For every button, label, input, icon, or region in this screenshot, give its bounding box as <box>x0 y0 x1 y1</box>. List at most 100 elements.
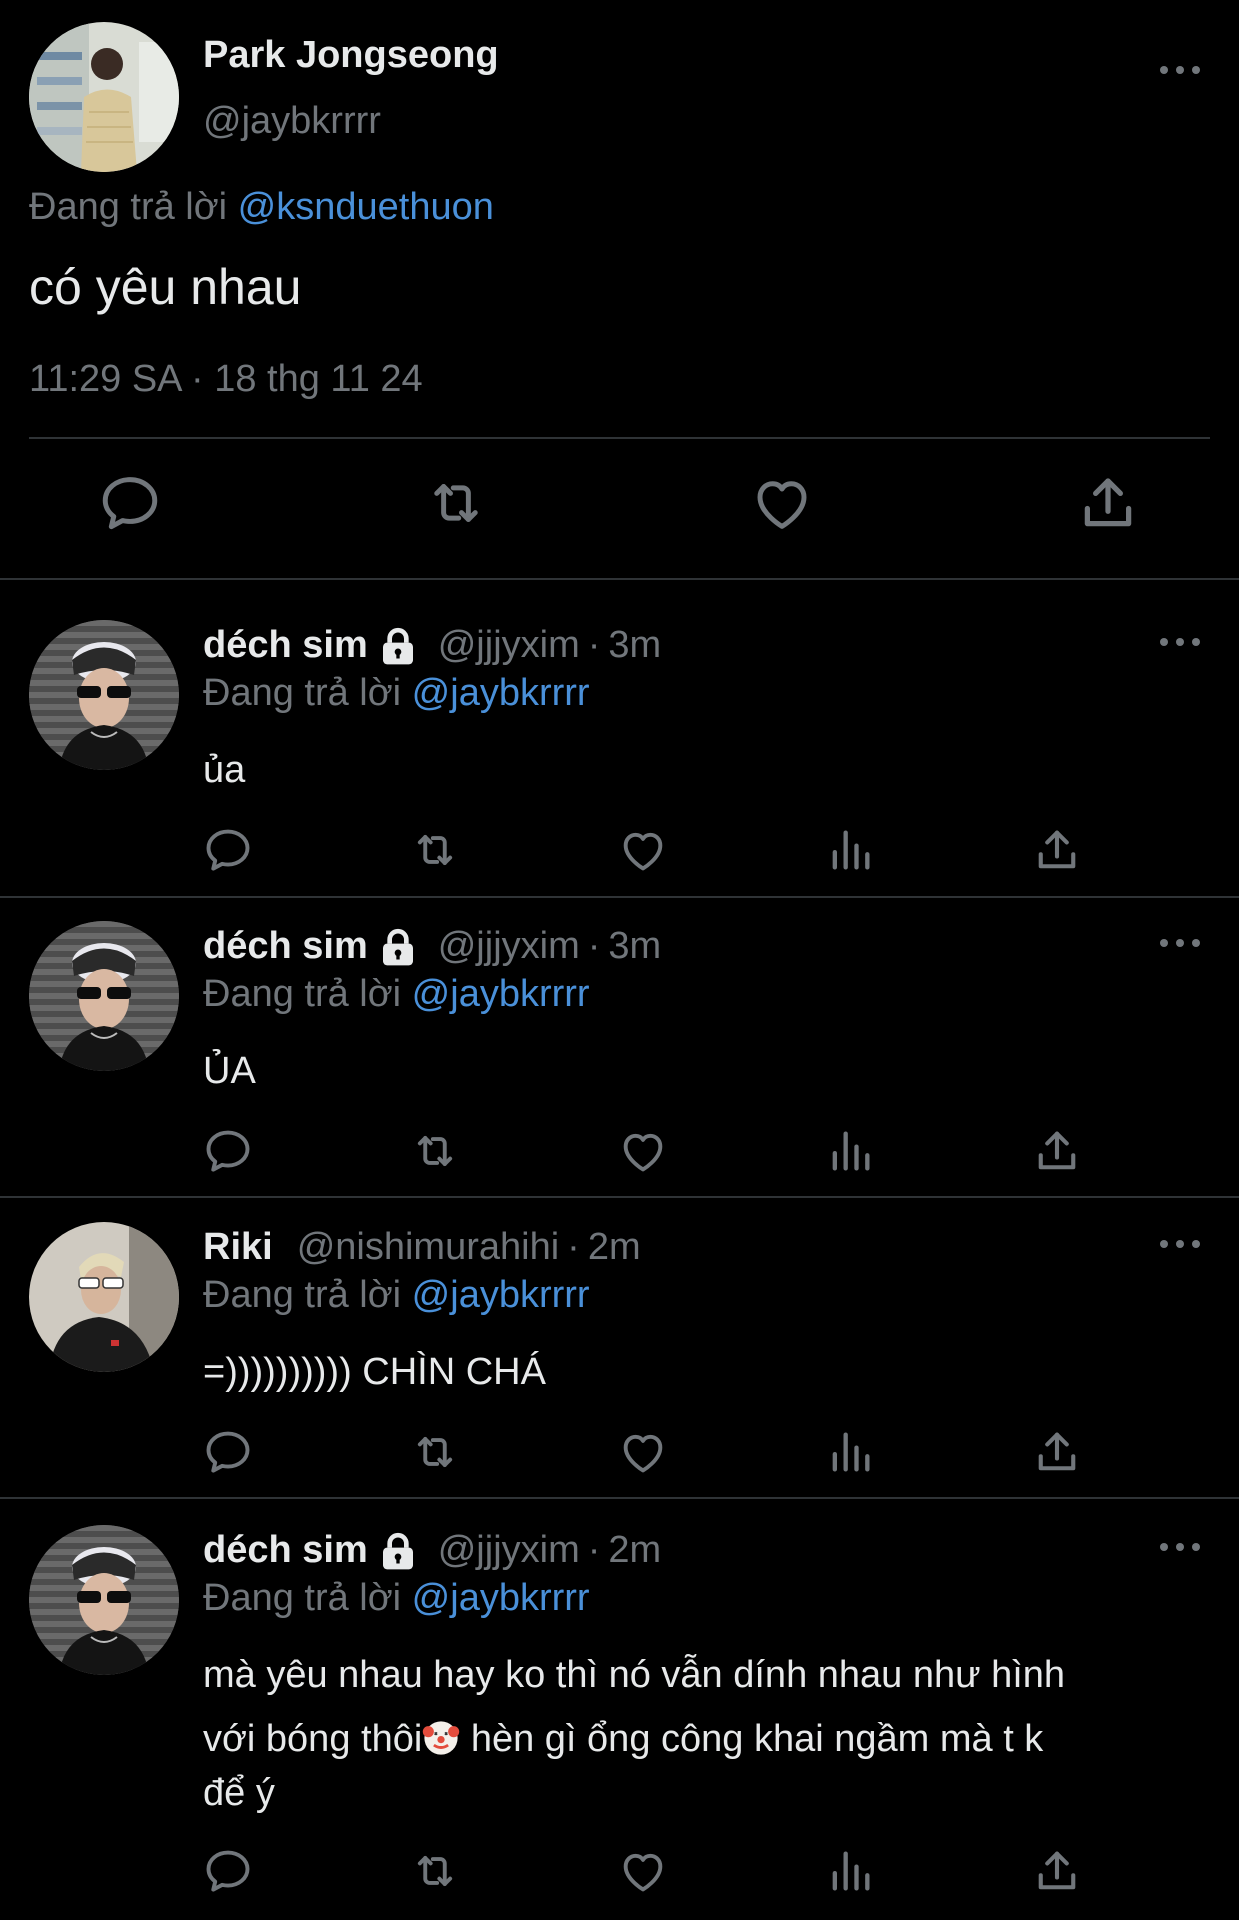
replying-label: Đang trả lời <box>203 1274 402 1316</box>
lock-icon <box>378 626 418 666</box>
replying-to: Đang trả lời @jaybkrrrr <box>203 1274 590 1317</box>
retweet-icon[interactable] <box>409 1845 461 1897</box>
replying-to-link[interactable]: @ksnduethuon <box>238 186 494 228</box>
profile-photo <box>29 1525 179 1675</box>
author-name[interactable]: Park Jongseong <box>203 34 499 77</box>
more-options-icon[interactable] <box>1160 933 1200 953</box>
replying-to: Đang trả lời @jaybkrrrr <box>203 973 590 1016</box>
lock-icon <box>378 1531 418 1571</box>
views-icon[interactable] <box>824 1426 876 1478</box>
avatar[interactable] <box>29 1525 179 1675</box>
author-handle[interactable]: @jjjyxim <box>438 1529 580 1572</box>
reply-actions <box>0 1125 1239 1185</box>
views-icon[interactable] <box>824 1845 876 1897</box>
retweet-icon[interactable] <box>409 1125 461 1177</box>
more-options-icon[interactable] <box>1160 1234 1200 1254</box>
reply-time[interactable]: 2m <box>608 1529 661 1572</box>
views-icon[interactable] <box>824 824 876 876</box>
profile-photo <box>29 921 179 1071</box>
share-icon[interactable] <box>1031 1426 1083 1478</box>
reply-text-line: mà yêu nhau hay ko thì nó vẫn dính nhau … <box>203 1654 1066 1696</box>
reply-tweet[interactable]: déch sim @jjjyxim · 3m Đang trả lời @jay… <box>0 881 1239 1199</box>
retweet-icon[interactable] <box>409 1426 461 1478</box>
share-icon[interactable] <box>1031 1125 1083 1177</box>
more-options-icon[interactable] <box>1160 1537 1200 1557</box>
replying-to: Đang trả lời @jaybkrrrr <box>203 1577 590 1620</box>
tweet-actions <box>0 470 1239 550</box>
replying-label: Đang trả lời <box>203 672 402 714</box>
replying-to-link[interactable]: @jaybkrrrr <box>412 1274 590 1316</box>
avatar[interactable] <box>29 22 179 172</box>
separator-dot: · <box>567 1226 580 1268</box>
replying-label: Đang trả lời <box>203 1577 402 1619</box>
reply-text: ủa <box>203 749 246 791</box>
main-tweet: Park Jongseong @jaybkrrrr Đang trả lời @… <box>0 0 1239 580</box>
profile-photo <box>29 620 179 770</box>
author-name[interactable]: déch sim <box>203 1529 368 1572</box>
author-handle[interactable]: @jaybkrrrr <box>203 100 381 143</box>
replying-to-link[interactable]: @jaybkrrrr <box>412 1577 590 1619</box>
reply-tweet[interactable]: déch sim @jjjyxim · 3m Đang trả lời @jay… <box>0 580 1239 898</box>
replying-to: Đang trả lời @ksnduethuon <box>29 186 494 229</box>
retweet-icon[interactable] <box>409 824 461 876</box>
share-icon[interactable] <box>1075 470 1141 536</box>
replying-to: Đang trả lời @jaybkrrrr <box>203 672 590 715</box>
avatar[interactable] <box>29 620 179 770</box>
retweet-icon[interactable] <box>423 470 489 536</box>
like-icon[interactable] <box>617 1125 669 1177</box>
reply-text: =)))))))))) CHÌN CHÁ <box>203 1351 546 1393</box>
like-icon[interactable] <box>749 470 815 536</box>
replying-to-link[interactable]: @jaybkrrrr <box>412 973 590 1015</box>
more-options-icon[interactable] <box>1160 60 1200 80</box>
reply-text-line: để ý <box>203 1772 275 1814</box>
share-icon[interactable] <box>1031 824 1083 876</box>
reply-header: déch sim @jjjyxim · 3m <box>203 925 661 968</box>
lock-icon <box>378 927 418 967</box>
reply-icon[interactable] <box>202 1426 254 1478</box>
reply-icon[interactable] <box>202 1845 254 1897</box>
reply-icon[interactable] <box>202 824 254 876</box>
divider <box>29 437 1210 439</box>
tweet-text: có yêu nhau <box>29 259 302 315</box>
author-name[interactable]: déch sim <box>203 925 368 968</box>
profile-photo <box>29 1222 179 1372</box>
author-name[interactable]: Riki <box>203 1226 273 1269</box>
reply-header: déch sim @jjjyxim · 2m <box>203 1529 661 1572</box>
author-handle[interactable]: @jjjyxim <box>438 624 580 667</box>
avatar[interactable] <box>29 1222 179 1372</box>
share-icon[interactable] <box>1031 1845 1083 1897</box>
avatar[interactable] <box>29 921 179 1071</box>
author-name[interactable]: déch sim <box>203 624 368 667</box>
like-icon[interactable] <box>617 1426 669 1478</box>
reply-actions <box>0 1426 1239 1486</box>
profile-photo <box>29 22 179 172</box>
reply-text-segment: với bóng thôi <box>203 1718 423 1760</box>
reply-tweet[interactable]: déch sim @jjjyxim · 2m Đang trả lời @jay… <box>0 1485 1239 1920</box>
reply-text-line: với bóng thôi hèn gì ổng công khai ngầm … <box>203 1707 1163 1771</box>
like-icon[interactable] <box>617 824 669 876</box>
author-handle[interactable]: @nishimurahihi <box>297 1226 559 1269</box>
reply-text: ỦA <box>203 1050 256 1092</box>
replying-label: Đang trả lời <box>29 186 228 228</box>
reply-time[interactable]: 2m <box>588 1226 641 1269</box>
reply-header: Riki @nishimurahihi · 2m <box>203 1226 641 1269</box>
reply-time[interactable]: 3m <box>608 624 661 667</box>
reply-actions <box>0 824 1239 884</box>
clown-face-emoji-icon <box>423 1721 460 1755</box>
reply-tweet[interactable]: Riki @nishimurahihi · 2m Đang trả lời @j… <box>0 1182 1239 1500</box>
separator-dot: · <box>587 624 601 666</box>
views-icon[interactable] <box>824 1125 876 1177</box>
separator-dot: · <box>587 1529 601 1571</box>
author-handle[interactable]: @jjjyxim <box>438 925 580 968</box>
reply-time[interactable]: 3m <box>608 925 661 968</box>
replying-label: Đang trả lời <box>203 973 402 1015</box>
separator-dot: · <box>587 925 601 967</box>
reply-icon[interactable] <box>97 470 163 536</box>
reply-text-segment: hèn gì ổng công khai ngầm mà t k <box>460 1718 1044 1760</box>
tweet-timestamp[interactable]: 11:29 SA · 18 thg 11 24 <box>29 358 423 401</box>
more-options-icon[interactable] <box>1160 632 1200 652</box>
replying-to-link[interactable]: @jaybkrrrr <box>412 672 590 714</box>
like-icon[interactable] <box>617 1845 669 1897</box>
reply-icon[interactable] <box>202 1125 254 1177</box>
reply-header: déch sim @jjjyxim · 3m <box>203 624 661 667</box>
